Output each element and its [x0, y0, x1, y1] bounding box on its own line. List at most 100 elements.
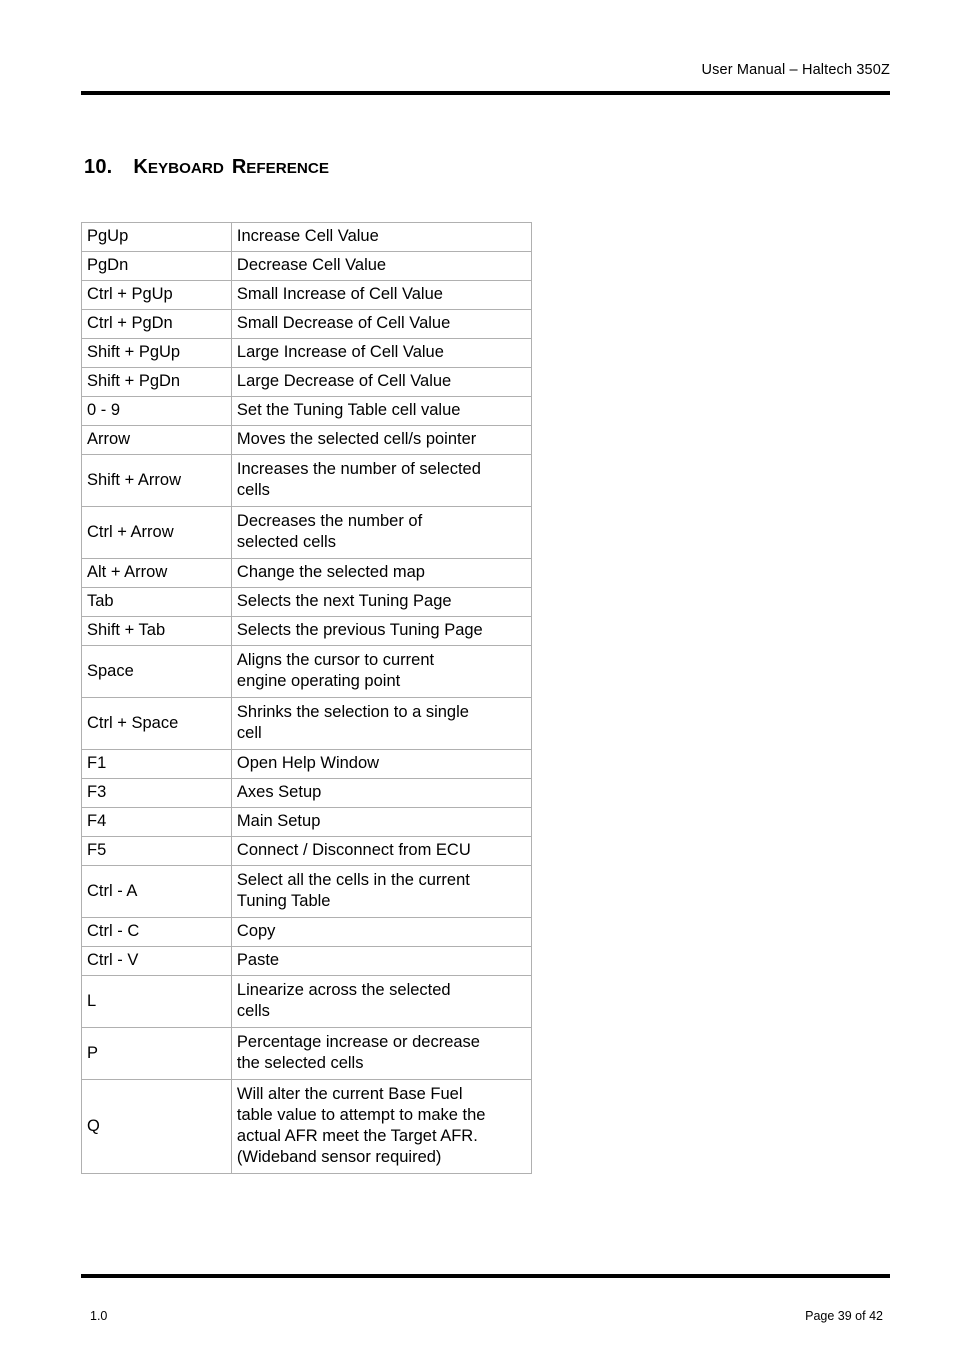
section-title-cap: K: [133, 156, 148, 179]
action-cell: Paste: [231, 947, 532, 976]
action-text-line: Aligns the cursor to current: [236, 651, 435, 669]
table-row: F4 Main Setup: [82, 808, 532, 837]
action-cell: Decrease Cell Value: [231, 252, 532, 281]
action-cell: Linearize across the selected cells: [231, 976, 532, 1028]
table-row: F5 Connect / Disconnect from ECU: [82, 837, 532, 866]
action-text-line: Set the Tuning Table cell value: [236, 401, 461, 419]
action-cell: Main Setup: [231, 808, 532, 837]
key-cell: Shift + Tab: [82, 617, 232, 646]
action-text-line: Open Help Window: [236, 754, 380, 772]
action-text-line: Increases the number of selected: [236, 460, 481, 478]
key-cell: Ctrl + Arrow: [82, 507, 232, 559]
key-cell: Ctrl + PgUp: [82, 281, 232, 310]
keyboard-reference-table: PgUp Increase Cell Value PgDn Decrease Cell…: [81, 222, 532, 1174]
table-row: 0 - 9 Set the Tuning Table cell value: [82, 397, 532, 426]
action-text-line: Tuning Table: [236, 892, 331, 910]
key-cell: Ctrl - A: [82, 866, 232, 918]
section-number: 10.: [84, 156, 113, 179]
action-text-line: cells: [236, 1002, 270, 1020]
action-cell: Open Help Window: [231, 750, 532, 779]
key-cell: Q: [82, 1080, 232, 1174]
table-row: PgDn Decrease Cell Value: [82, 252, 532, 281]
action-text-line: Small Decrease of Cell Value: [236, 314, 451, 332]
action-text-line: Change the selected map: [236, 563, 425, 581]
table-row: F3 Axes Setup: [82, 779, 532, 808]
action-text-line: Increase Cell Value: [236, 227, 379, 245]
action-cell: Change the selected map: [231, 559, 532, 588]
action-cell: Increases the number of selected cells: [231, 455, 532, 507]
action-text-line: Moves the selected cell/s pointer: [236, 430, 477, 448]
action-text-line: Axes Setup: [236, 783, 322, 801]
table-row: Tab Selects the next Tuning Page: [82, 588, 532, 617]
table-row: PgUp Increase Cell Value: [82, 223, 532, 252]
table-row: Ctrl + Arrow Decreases the number of selec…: [82, 507, 532, 559]
action-text-line: the selected cells: [236, 1054, 364, 1072]
table-row: F1 Open Help Window: [82, 750, 532, 779]
action-cell: Set the Tuning Table cell value: [231, 397, 532, 426]
section-title-cap: R: [231, 156, 247, 179]
action-text-line: Linearize across the selected: [236, 981, 451, 999]
key-cell: Ctrl + Space: [82, 698, 232, 750]
action-text-line: cells: [236, 481, 270, 499]
key-cell: L: [82, 976, 232, 1028]
key-cell: PgUp: [82, 223, 232, 252]
section-title: KEYBOARD REFERENCE: [133, 156, 329, 178]
key-cell: Shift + PgUp: [82, 339, 232, 368]
key-cell: PgDn: [82, 252, 232, 281]
action-cell: Percentage increase or decrease the selec…: [231, 1028, 532, 1080]
table-row: Ctrl + Space Shrinks the selection to a s…: [82, 698, 532, 750]
footer-page-number: Page 39 of 42: [805, 1309, 883, 1323]
key-cell: F1: [82, 750, 232, 779]
key-cell: Alt + Arrow: [82, 559, 232, 588]
action-cell: Moves the selected cell/s pointer: [231, 426, 532, 455]
key-cell: Arrow: [82, 426, 232, 455]
table-row: Ctrl + PgUp Small Increase of Cell Value: [82, 281, 532, 310]
action-text-line: cell: [236, 724, 262, 742]
action-text-line: Will alter the current Base Fuel: [236, 1085, 463, 1103]
document-page: User Manual – Haltech 350Z 10. KEYBOARD RE…: [0, 0, 954, 1351]
page-title: 10. KEYBOARD REFERENCE: [84, 156, 329, 178]
key-cell: 0 - 9: [82, 397, 232, 426]
section-title-smallcaps: EYBOARD: [147, 160, 224, 178]
action-text-line: Large Increase of Cell Value: [236, 343, 444, 361]
action-text-line: Decrease Cell Value: [236, 256, 387, 274]
action-text-line: Main Setup: [236, 812, 321, 830]
table-row: Ctrl + PgDn Small Decrease of Cell Value: [82, 310, 532, 339]
table-row: P Percentage increase or decrease the sele…: [82, 1028, 532, 1080]
action-cell: Select all the cells in the current Tunin…: [231, 866, 532, 918]
action-cell: Selects the next Tuning Page: [231, 588, 532, 617]
action-text-line: Select all the cells in the current: [236, 871, 470, 889]
key-cell: Shift + PgDn: [82, 368, 232, 397]
table-row: Ctrl - A Select all the cells in the curr…: [82, 866, 532, 918]
action-text-line: Paste: [236, 951, 280, 969]
key-cell: Shift + Arrow: [82, 455, 232, 507]
section-title-smallcaps: EFERENCE: [246, 160, 329, 178]
table-row: L Linearize across the selected cells: [82, 976, 532, 1028]
key-cell: Ctrl - C: [82, 918, 232, 947]
running-header: User Manual – Haltech 350Z: [701, 62, 890, 78]
action-cell: Will alter the current Base Fuel table va…: [231, 1080, 532, 1174]
key-cell: Ctrl - V: [82, 947, 232, 976]
action-text-line: Small Increase of Cell Value: [236, 285, 443, 303]
key-cell: F4: [82, 808, 232, 837]
footer-divider-rule: [81, 1274, 890, 1278]
table-row: Space Aligns the cursor to current engine …: [82, 646, 532, 698]
action-text-line: Shrinks the selection to a single: [236, 703, 469, 721]
action-cell: Selects the previous Tuning Page: [231, 617, 532, 646]
header-divider-rule: [81, 91, 890, 95]
table-row: Ctrl - V Paste: [82, 947, 532, 976]
action-cell: Small Decrease of Cell Value: [231, 310, 532, 339]
action-text-line: selected cells: [236, 533, 336, 551]
table-row: Arrow Moves the selected cell/s pointer: [82, 426, 532, 455]
action-text-line: engine operating point: [236, 672, 401, 690]
action-cell: Aligns the cursor to current engine opera…: [231, 646, 532, 698]
action-text-line: Selects the next Tuning Page: [236, 592, 452, 610]
action-cell: Decreases the number of selected cells: [231, 507, 532, 559]
action-text-line: Selects the previous Tuning Page: [236, 621, 483, 639]
table-row: Shift + Arrow Increases the number of sel…: [82, 455, 532, 507]
key-cell: Space: [82, 646, 232, 698]
action-cell: Connect / Disconnect from ECU: [231, 837, 532, 866]
action-cell: Large Decrease of Cell Value: [231, 368, 532, 397]
table-row: Shift + PgDn Large Decrease of Cell Value: [82, 368, 532, 397]
key-cell: F5: [82, 837, 232, 866]
